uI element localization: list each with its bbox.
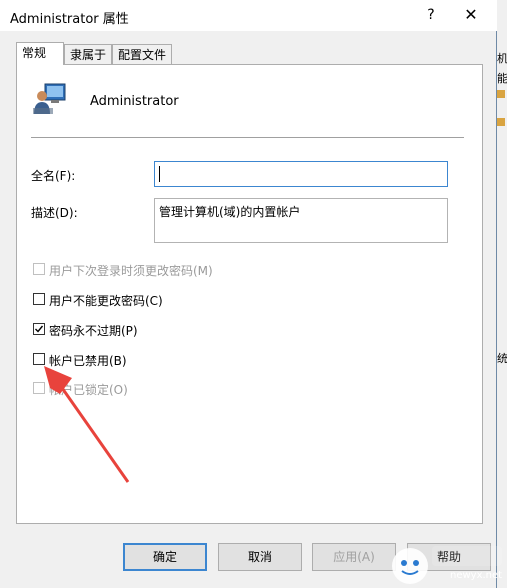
- checkbox-box: [33, 263, 45, 275]
- checkbox-box: [33, 382, 45, 394]
- close-icon[interactable]: ✕: [458, 2, 484, 28]
- watermark-text: newyx.net: [450, 570, 503, 581]
- tab-profile[interactable]: 配置文件: [112, 44, 172, 64]
- divider: [31, 137, 464, 138]
- checkbox-label: 密码永不过期(P): [49, 324, 138, 338]
- background-text: 机: [497, 52, 507, 65]
- checkbox-box[interactable]: [33, 323, 45, 335]
- window-title: Administrator 属性: [10, 12, 129, 27]
- folder-icon: [497, 118, 505, 126]
- ok-button[interactable]: 确定: [123, 543, 207, 571]
- check-icon: [35, 325, 44, 333]
- tab-general[interactable]: 常规: [16, 42, 64, 65]
- checkbox-label: 帐户已禁用(B): [49, 354, 127, 368]
- background-window: 机 能 统: [497, 0, 507, 588]
- fullname-field[interactable]: [154, 161, 448, 187]
- checkbox-label: 用户不能更改密码(C): [49, 294, 163, 308]
- fullname-label: 全名(F):: [31, 169, 76, 183]
- tab-member-of[interactable]: 隶属于: [64, 44, 112, 64]
- checkbox-box[interactable]: [33, 353, 45, 365]
- help-icon[interactable]: ?: [420, 2, 442, 28]
- title-bar: Administrator 属性 ? ✕: [0, 0, 497, 31]
- user-name: Administrator: [90, 94, 179, 109]
- checkbox-label: 帐户已锁定(O): [49, 383, 128, 397]
- cancel-button[interactable]: 取消: [218, 543, 302, 571]
- background-text: 能: [497, 72, 507, 85]
- folder-icon: [497, 90, 505, 98]
- text-caret: [159, 166, 160, 182]
- description-label: 描述(D):: [31, 206, 78, 220]
- user-icon: [33, 83, 66, 114]
- background-text: 统: [497, 352, 507, 365]
- checkbox-label: 用户下次登录时须更改密码(M): [49, 264, 213, 278]
- description-field[interactable]: 管理计算机(域)的内置帐户: [154, 198, 448, 243]
- general-panel: Administrator 全名(F): 描述(D): 管理计算机(域)的内置帐…: [16, 64, 483, 524]
- properties-dialog: Administrator 属性 ? ✕ 常规 隶属于 配置文件 Adminis…: [0, 0, 497, 588]
- checkbox-box[interactable]: [33, 293, 45, 305]
